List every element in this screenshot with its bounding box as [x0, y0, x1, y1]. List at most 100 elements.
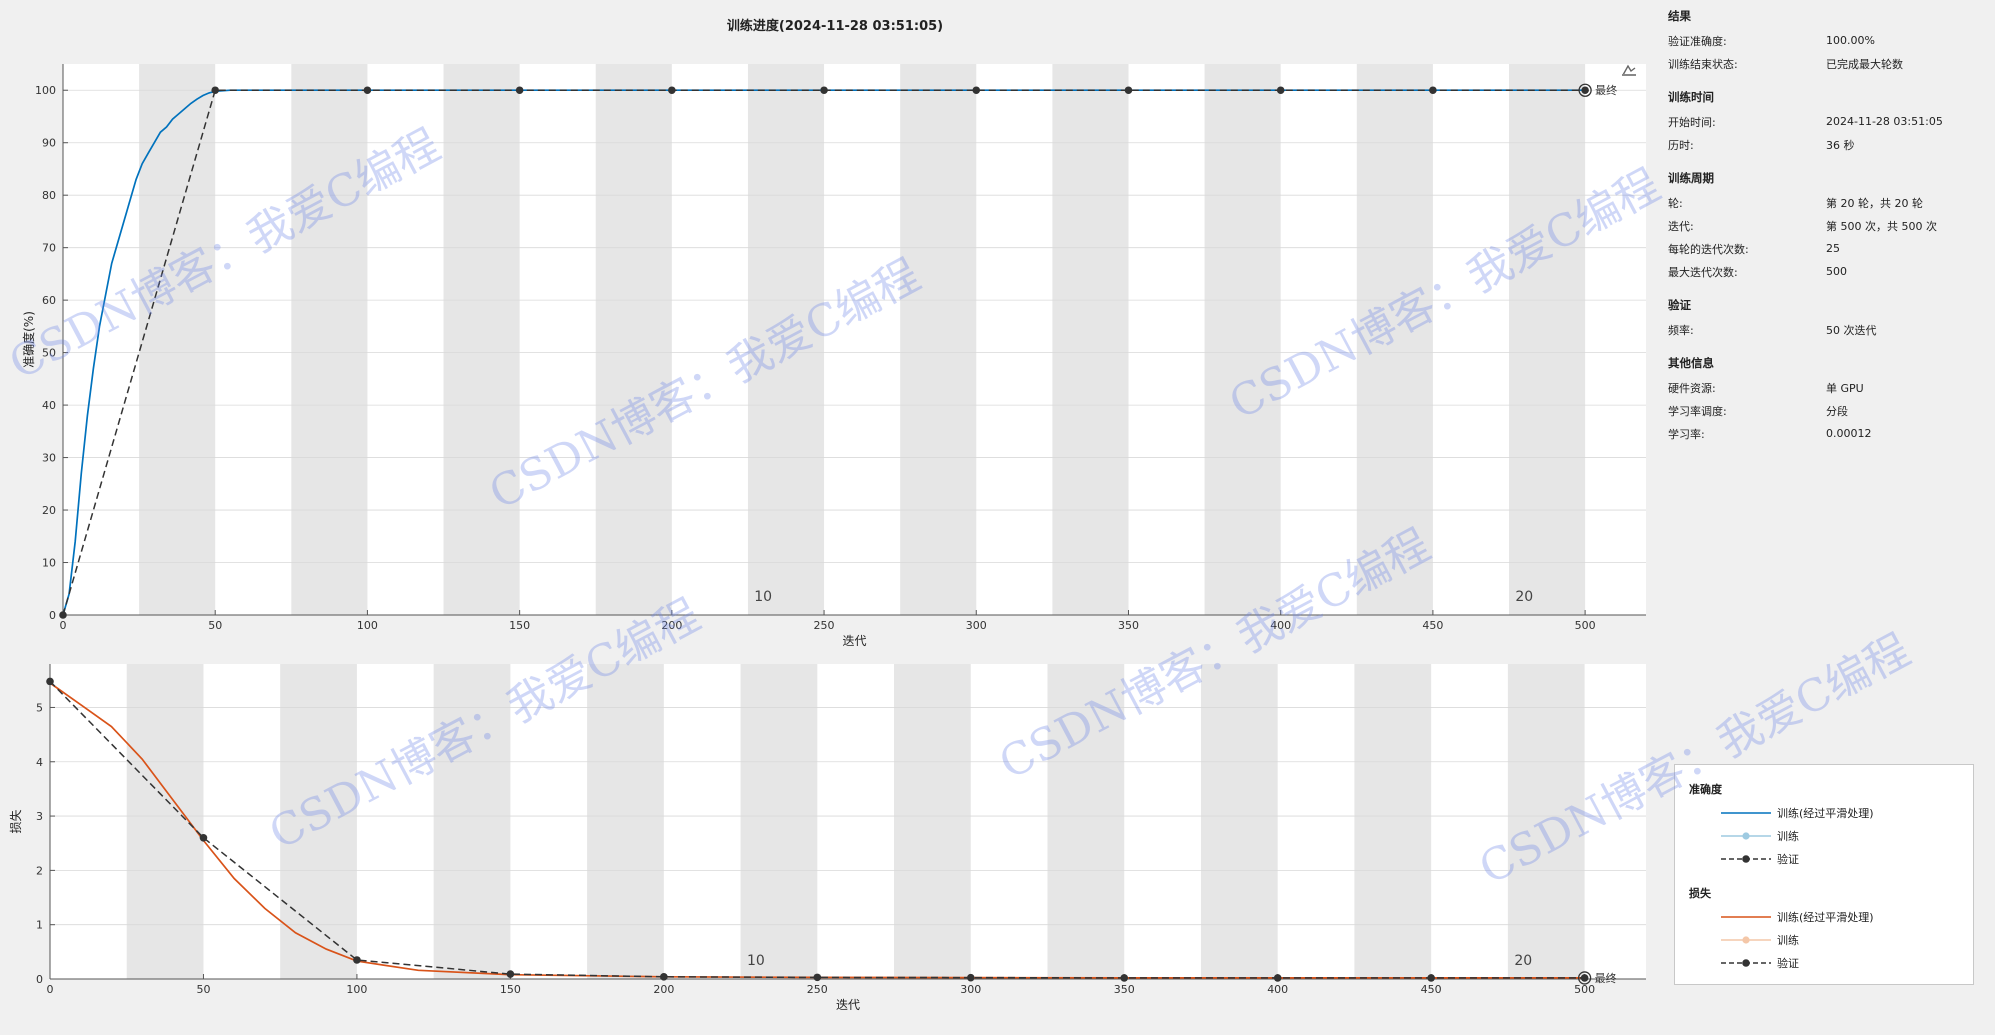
info-value: 单 GPU	[1826, 381, 1864, 395]
x-tick-label: 200	[653, 983, 674, 996]
info-key: 最大迭代次数:	[1668, 265, 1738, 279]
validation-point	[506, 970, 515, 978]
epoch-band	[894, 664, 971, 979]
info-row: 硬件资源: 单 GPU	[1668, 376, 1988, 399]
info-value: 第 20 轮，共 20 轮	[1826, 196, 1923, 210]
legend-acc-train: 训练	[1719, 826, 1799, 846]
legend-acc-validation: 验证	[1719, 849, 1799, 869]
info-value: 50 次迭代	[1826, 323, 1877, 337]
info-value: 100.00%	[1826, 34, 1875, 47]
legend-loss-smoothed-label: 训练(经过平滑处理)	[1777, 911, 1874, 924]
legend-loss-smoothed-line	[1721, 916, 1771, 918]
x-tick-label: 50	[196, 983, 210, 996]
legend-acc-train-line	[1721, 832, 1771, 840]
info-key: 学习率调度:	[1668, 404, 1727, 418]
legend-acc-smoothed-line	[1721, 812, 1771, 814]
info-key: 验证准确度:	[1668, 34, 1727, 48]
y-tick-label: 1	[36, 919, 43, 932]
validation-point	[966, 973, 975, 982]
epoch-label: 20	[1514, 953, 1532, 969]
legend-loss-train: 训练	[1719, 930, 1799, 950]
validation-point	[813, 973, 822, 982]
info-row: 迭代: 第 500 次，共 500 次	[1668, 214, 1988, 237]
y-tick-label: 0	[36, 973, 43, 986]
x-tick-label: 250	[807, 983, 828, 996]
legend-loss-validation: 验证	[1719, 953, 1799, 973]
legend-acc-train-label: 训练	[1777, 830, 1799, 843]
info-row: 学习率: 0.00012	[1668, 422, 1988, 445]
x-tick-label: 450	[1421, 983, 1442, 996]
epoch-band	[1507, 664, 1585, 979]
info-value: 36 秒	[1826, 138, 1855, 152]
y-axis-label: 损失	[8, 809, 23, 833]
validation-point	[1427, 974, 1435, 982]
epoch-band	[1354, 664, 1432, 979]
info-section-title: 其他信息	[1668, 356, 1714, 370]
info-row: 历时: 36 秒	[1668, 133, 1988, 156]
epoch-band	[280, 664, 357, 979]
y-tick-label: 3	[36, 810, 43, 823]
info-row: 频率: 50 次迭代	[1668, 318, 1988, 341]
validation-point	[660, 973, 668, 981]
info-key: 硬件资源:	[1668, 381, 1716, 395]
info-key: 轮:	[1668, 196, 1683, 210]
legend-loss-train-label: 训练	[1777, 934, 1799, 947]
info-row: 开始时间: 2024-11-28 03:51:05	[1668, 110, 1988, 133]
info-row: 训练结束状态: 已完成最大轮数	[1668, 52, 1988, 75]
info-row: 轮: 第 20 轮，共 20 轮	[1668, 191, 1988, 214]
epoch-band	[1200, 664, 1278, 979]
epoch-band	[433, 664, 511, 979]
loss-chart: 0 50 100 150 200 250 300 350 400 450 500 0 1 2 3 4 5 迭代 损失…	[8, 664, 1646, 1012]
legend-accuracy-title: 准确度	[1689, 783, 1722, 796]
info-key: 频率:	[1668, 323, 1694, 337]
legend-acc-validation-label: 验证	[1777, 853, 1799, 866]
info-key: 学习率:	[1668, 427, 1705, 441]
legend-acc-validation-line	[1721, 855, 1771, 863]
validation-point	[46, 677, 54, 686]
info-value: 0.00012	[1826, 427, 1872, 440]
epoch-band	[587, 664, 664, 979]
y-tick-label: 4	[36, 756, 43, 769]
legend-acc-smoothed-label: 训练(经过平滑处理)	[1777, 807, 1874, 820]
axes-toolbar-icon[interactable]	[1620, 62, 1638, 78]
final-label: 最终	[1595, 971, 1617, 985]
validation-point	[1580, 974, 1589, 982]
info-value: 分段	[1826, 404, 1848, 418]
info-key: 开始时间:	[1668, 115, 1716, 129]
epoch-label: 10	[747, 953, 765, 969]
info-row: 验证准确度: 100.00%	[1668, 29, 1988, 52]
info-value: 已完成最大轮数	[1826, 57, 1903, 71]
info-row: 学习率调度: 分段	[1668, 399, 1988, 422]
info-panel: 结果 验证准确度: 100.00% 训练结束状态: 已完成最大轮数 训练时间 开始时间: 20…	[1668, 8, 1988, 445]
info-row: 每轮的迭代次数: 25	[1668, 237, 1988, 260]
validation-point	[1120, 974, 1129, 982]
info-section-title: 训练周期	[1668, 171, 1714, 185]
info-value: 2024-11-28 03:51:05	[1826, 115, 1943, 128]
legend-loss-validation-label: 验证	[1777, 957, 1799, 970]
info-value: 25	[1826, 242, 1840, 255]
info-value: 第 500 次，共 500 次	[1826, 219, 1937, 233]
x-tick-label: 150	[500, 983, 521, 996]
legend-box: 准确度 训练(经过平滑处理) 训练 验证 损失 训练(经过平滑处理) 训练 验证	[1674, 764, 1974, 985]
info-value: 500	[1826, 265, 1847, 278]
validation-point	[199, 833, 208, 842]
info-key: 历时:	[1668, 138, 1694, 152]
x-tick-label: 400	[1267, 983, 1288, 996]
epoch-band	[740, 664, 818, 979]
info-key: 训练结束状态:	[1668, 57, 1738, 71]
legend-acc-smoothed: 训练(经过平滑处理)	[1719, 803, 1874, 823]
legend-loss-smoothed: 训练(经过平滑处理)	[1719, 907, 1874, 927]
x-tick-label: 100	[346, 983, 367, 996]
info-key: 迭代:	[1668, 219, 1694, 233]
epoch-band	[126, 664, 204, 979]
x-axis-label: 迭代	[836, 998, 860, 1012]
info-section-title: 验证	[1668, 298, 1691, 312]
validation-point	[1273, 974, 1282, 982]
info-section-title: 训练时间	[1668, 90, 1714, 104]
epoch-band	[1047, 664, 1125, 979]
validation-point	[353, 956, 361, 964]
x-tick-label: 500	[1574, 983, 1595, 996]
info-key: 每轮的迭代次数:	[1668, 242, 1749, 256]
legend-loss-validation-line	[1721, 959, 1771, 967]
x-tick-label: 300	[960, 983, 981, 996]
